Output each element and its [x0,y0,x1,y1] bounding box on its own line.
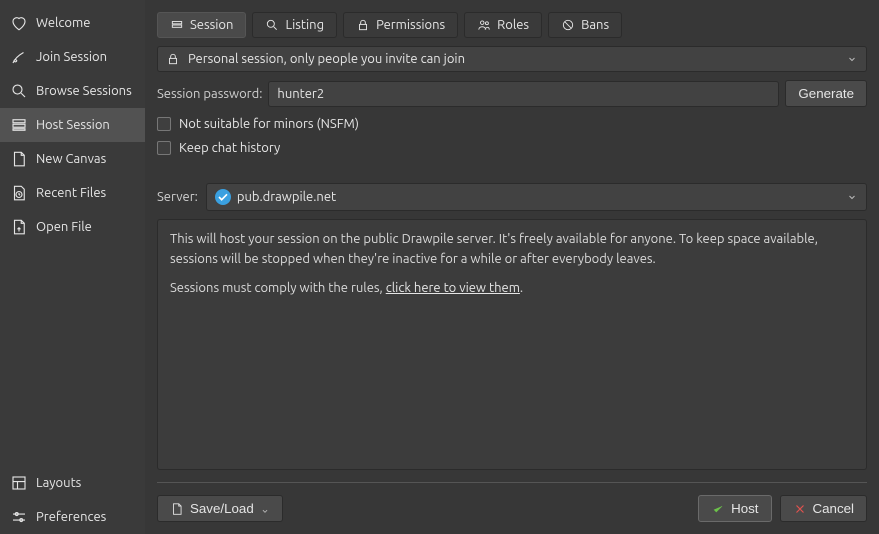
sidebar-item-welcome[interactable]: Welcome [0,6,145,40]
sidebar: Welcome Join Session Browse Sessions Hos… [0,0,145,534]
keep-chat-checkbox[interactable] [157,141,171,155]
sidebar-item-label: Host Session [36,118,110,132]
server-select[interactable]: pub.drawpile.net [206,183,867,211]
tab-listing[interactable]: Listing [252,12,337,38]
sidebar-item-host-session[interactable]: Host Session [0,108,145,142]
search-icon [265,18,279,32]
search-icon [10,82,28,100]
sidebar-item-label: Browse Sessions [36,84,132,98]
sidebar-item-recent-files[interactable]: Recent Files [0,176,145,210]
password-label: Session password: [157,87,262,101]
tab-label: Bans [581,18,609,32]
sidebar-item-join-session[interactable]: Join Session [0,40,145,74]
chevron-down-icon [846,191,858,203]
open-file-icon [10,218,28,236]
nsfm-label: Not suitable for minors (NSFM) [179,117,359,131]
separator [157,482,867,483]
rules-link[interactable]: click here to view them [386,281,520,295]
verified-server-icon [215,189,231,205]
sliders-icon [10,508,28,526]
privacy-select-value: Personal session, only people you invite… [188,52,465,66]
tab-session[interactable]: Session [157,12,246,38]
layouts-icon [10,474,28,492]
tab-label: Listing [285,18,324,32]
sidebar-item-layouts[interactable]: Layouts [0,466,145,500]
lock-icon [166,52,180,66]
recent-files-icon [10,184,28,202]
host-button[interactable]: Host [698,495,771,522]
tab-label: Permissions [376,18,445,32]
keep-chat-label: Keep chat history [179,141,280,155]
cancel-button[interactable]: Cancel [780,495,868,522]
server-label: Server: [157,190,198,204]
main-panel: Session Listing Permissions Roles Bans P… [145,0,879,534]
sidebar-item-browse-sessions[interactable]: Browse Sessions [0,74,145,108]
host-icon [10,116,28,134]
chevron-down-icon [846,53,858,65]
save-load-button[interactable]: Save/Load [157,495,283,522]
chevron-down-icon [260,504,270,514]
lock-icon [356,18,370,32]
sidebar-item-label: Layouts [36,476,81,490]
new-canvas-icon [10,150,28,168]
sidebar-item-label: Welcome [36,16,90,30]
host-confirm-icon [711,502,725,516]
users-icon [477,18,491,32]
sidebar-item-new-canvas[interactable]: New Canvas [0,142,145,176]
tab-bans[interactable]: Bans [548,12,622,38]
tab-permissions[interactable]: Permissions [343,12,458,38]
ban-icon [561,18,575,32]
close-icon [793,502,807,516]
info-text-2: Sessions must comply with the rules, cli… [170,279,854,299]
generate-button[interactable]: Generate [785,80,867,107]
sidebar-item-open-file[interactable]: Open File [0,210,145,244]
sidebar-item-label: Open File [36,220,92,234]
password-input[interactable] [268,81,779,107]
sidebar-item-label: Join Session [36,50,107,64]
info-panel: This will host your session on the publi… [157,219,867,470]
nsfm-checkbox[interactable] [157,117,171,131]
session-tab-icon [170,18,184,32]
brush-icon [10,48,28,66]
privacy-select[interactable]: Personal session, only people you invite… [157,46,867,72]
tab-label: Session [190,18,233,32]
server-value: pub.drawpile.net [237,190,336,204]
tab-roles[interactable]: Roles [464,12,542,38]
tab-label: Roles [497,18,529,32]
sidebar-item-preferences[interactable]: Preferences [0,500,145,534]
info-text-1: This will host your session on the publi… [170,230,854,269]
sidebar-item-label: Recent Files [36,186,106,200]
file-icon [170,502,184,516]
tab-row: Session Listing Permissions Roles Bans [157,12,867,38]
sidebar-item-label: Preferences [36,510,106,524]
heart-icon [10,14,28,32]
sidebar-item-label: New Canvas [36,152,106,166]
